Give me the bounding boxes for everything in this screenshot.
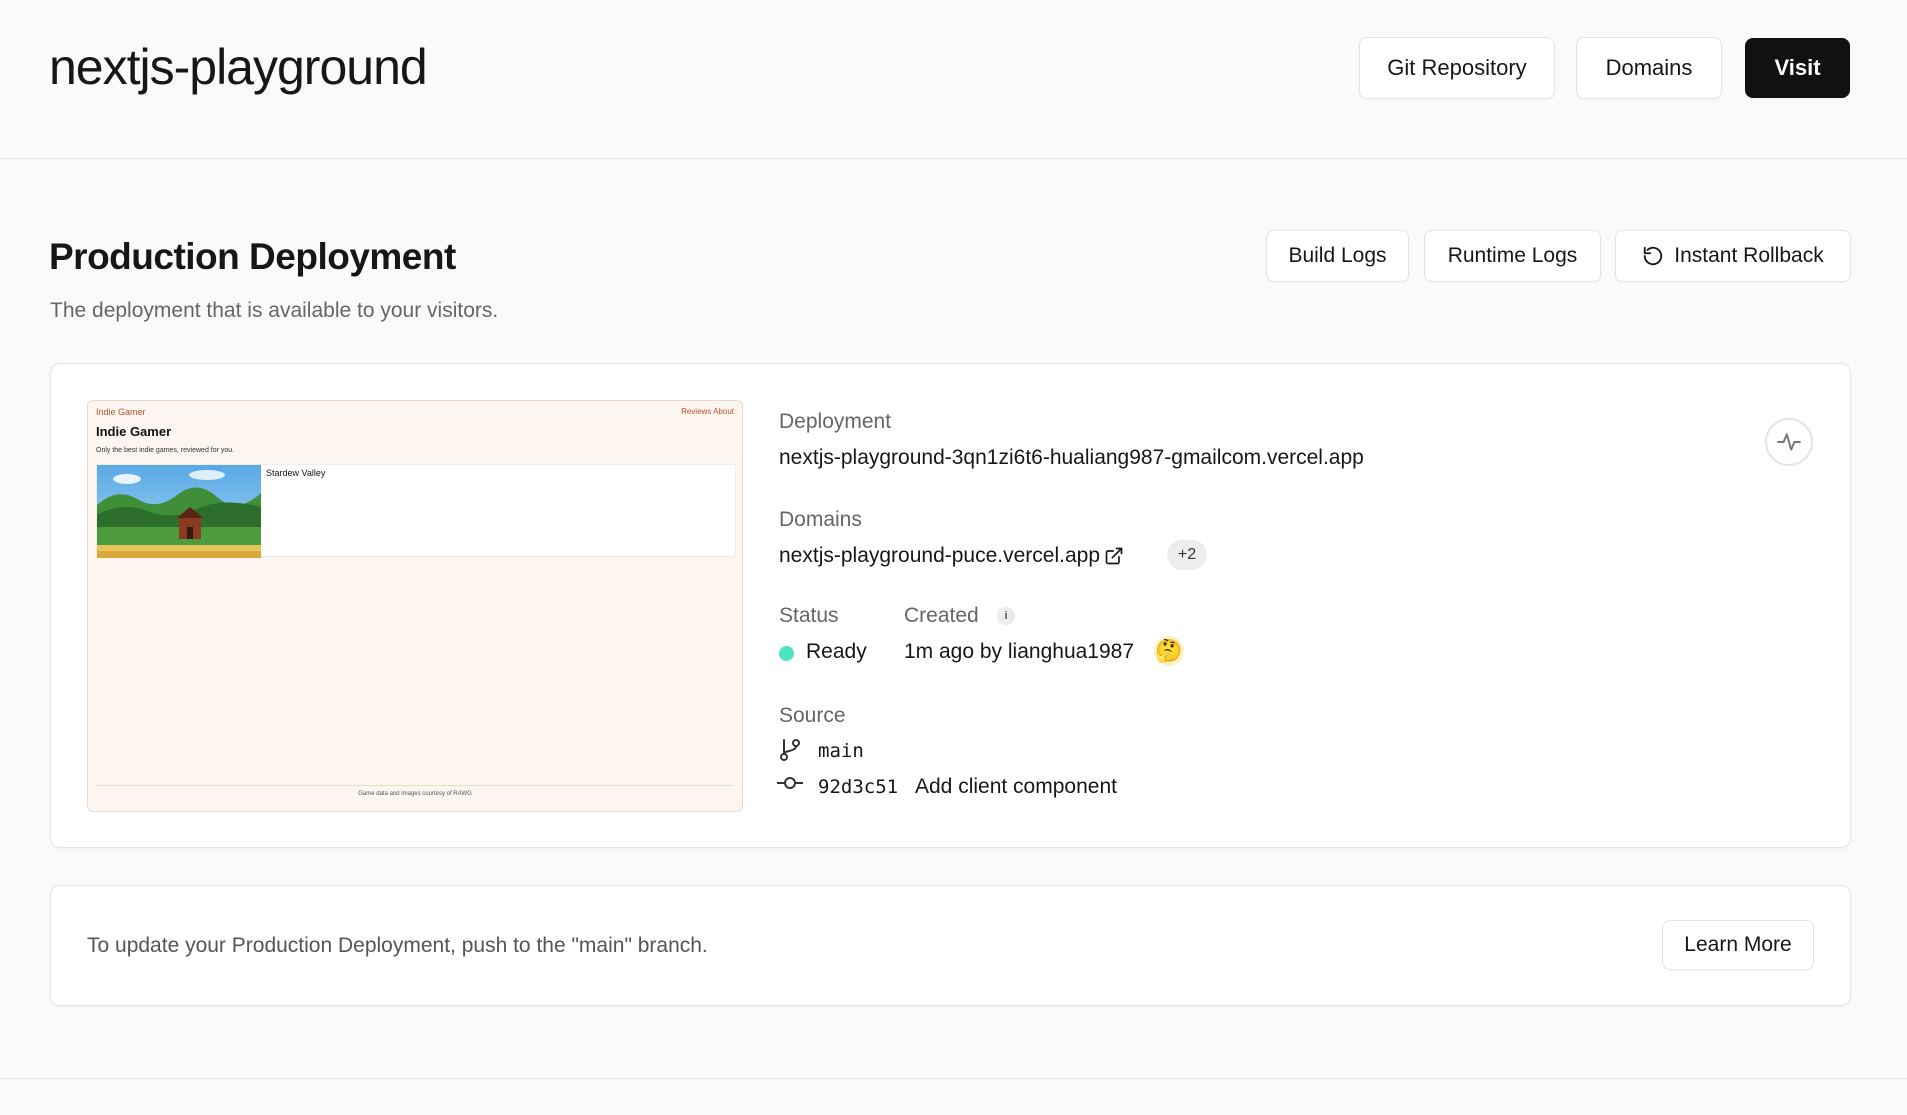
preview-footer: Game data and images courtesy of RAWG bbox=[358, 791, 472, 797]
git-branch-icon bbox=[780, 739, 800, 761]
project-header: nextjs-playground Git Repository Domains… bbox=[0, 0, 1907, 159]
domain-link[interactable]: nextjs-playground-puce.vercel.app bbox=[779, 544, 1124, 568]
git-commit-icon bbox=[777, 777, 803, 789]
domains-label: Domains bbox=[779, 508, 862, 531]
preview-brand: Indie Gamer bbox=[96, 407, 146, 417]
info-icon[interactable]: i bbox=[997, 607, 1015, 625]
deployment-label: Deployment bbox=[779, 410, 892, 433]
activity-button[interactable] bbox=[1765, 418, 1813, 466]
preview-game-card: Stardew Valley bbox=[96, 464, 736, 558]
preview-nav: Reviews About bbox=[681, 407, 734, 416]
domains-button[interactable]: Domains bbox=[1576, 37, 1722, 99]
source-label: Source bbox=[779, 704, 846, 727]
status-value: Ready bbox=[806, 640, 867, 663]
section-title: Production Deployment bbox=[49, 236, 456, 277]
banner-text: To update your Production Deployment, pu… bbox=[87, 934, 708, 957]
git-repository-button[interactable]: Git Repository bbox=[1359, 37, 1555, 99]
preview-game-title: Stardew Valley bbox=[266, 468, 326, 478]
avatar[interactable]: 🤔 bbox=[1154, 636, 1184, 666]
domain-text: nextjs-playground-puce.vercel.app bbox=[779, 544, 1101, 567]
activity-icon bbox=[1777, 433, 1801, 451]
preview-heading: Indie Gamer bbox=[96, 424, 172, 439]
instant-rollback-button[interactable]: Instant Rollback bbox=[1615, 230, 1851, 282]
external-link-icon bbox=[1105, 547, 1123, 565]
created-value: 1m ago by lianghua1987 bbox=[904, 640, 1135, 663]
status-label: Status bbox=[779, 604, 839, 627]
created-label: Created bbox=[904, 604, 979, 627]
deployment-url[interactable]: nextjs-playground-3qn1zi6t6-hualiang987-… bbox=[779, 446, 1364, 470]
game-thumbnail bbox=[97, 465, 261, 558]
deployment-card: Indie Gamer Reviews About Indie Gamer On… bbox=[50, 363, 1851, 848]
status-dot bbox=[779, 646, 794, 661]
runtime-logs-button[interactable]: Runtime Logs bbox=[1424, 230, 1601, 282]
project-title: nextjs-playground bbox=[49, 39, 428, 95]
preview-tagline: Only the best indie games, reviewed for … bbox=[96, 447, 235, 454]
instant-rollback-label: Instant Rollback bbox=[1674, 244, 1824, 267]
branch-name[interactable]: main bbox=[818, 740, 864, 762]
commit-hash[interactable]: 92d3c51 bbox=[818, 776, 898, 798]
more-domains-badge[interactable]: +2 bbox=[1167, 540, 1207, 570]
rollback-icon bbox=[1644, 246, 1663, 266]
commit-message[interactable]: Add client component bbox=[915, 775, 1117, 799]
visit-button[interactable]: Visit bbox=[1745, 38, 1850, 98]
bottom-divider bbox=[0, 1078, 1907, 1079]
preview-footer-divider bbox=[96, 785, 734, 786]
build-logs-button[interactable]: Build Logs bbox=[1266, 230, 1409, 282]
deployment-preview[interactable]: Indie Gamer Reviews About Indie Gamer On… bbox=[87, 400, 743, 812]
section-subtitle: The deployment that is available to your… bbox=[50, 299, 499, 322]
learn-more-button[interactable]: Learn More bbox=[1662, 920, 1814, 970]
update-info-banner: To update your Production Deployment, pu… bbox=[50, 885, 1851, 1006]
